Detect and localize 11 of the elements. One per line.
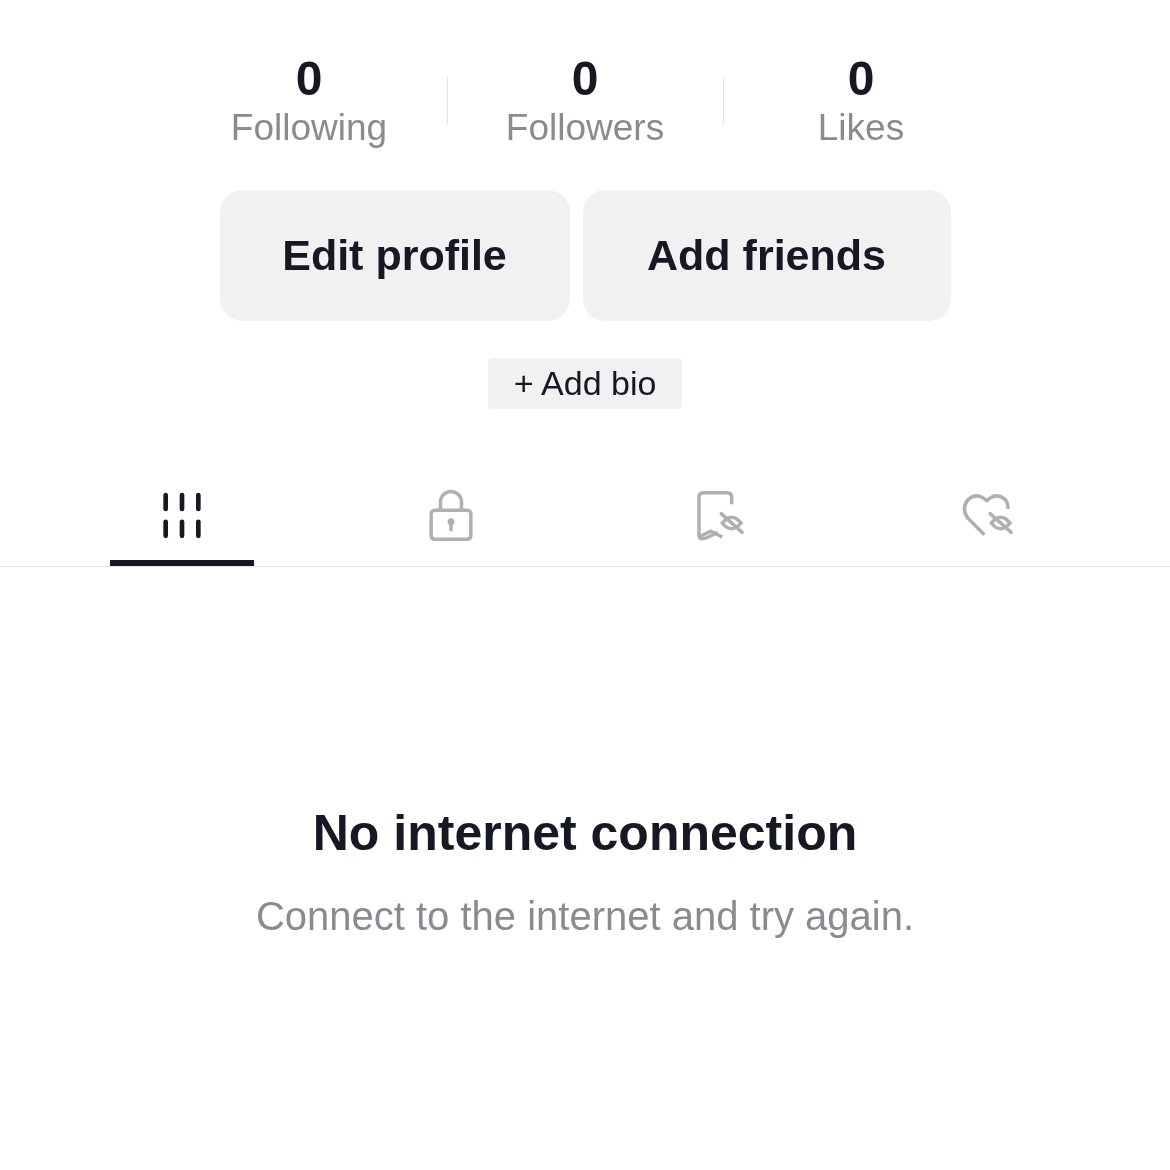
add-friends-button[interactable]: Add friends	[582, 190, 951, 321]
stat-label: Likes	[817, 106, 905, 150]
stat-label: Following	[230, 106, 388, 150]
stat-count: 0	[847, 52, 875, 106]
stat-count: 0	[571, 52, 599, 106]
edit-profile-button[interactable]: Edit profile	[219, 190, 570, 321]
empty-state-message: Connect to the internet and try again.	[255, 893, 915, 940]
empty-state-title: No internet connection	[312, 804, 858, 863]
add-bio-button[interactable]: + Add bio	[487, 358, 683, 409]
stat-label: Followers	[505, 106, 665, 150]
stat-count: 0	[295, 52, 323, 106]
